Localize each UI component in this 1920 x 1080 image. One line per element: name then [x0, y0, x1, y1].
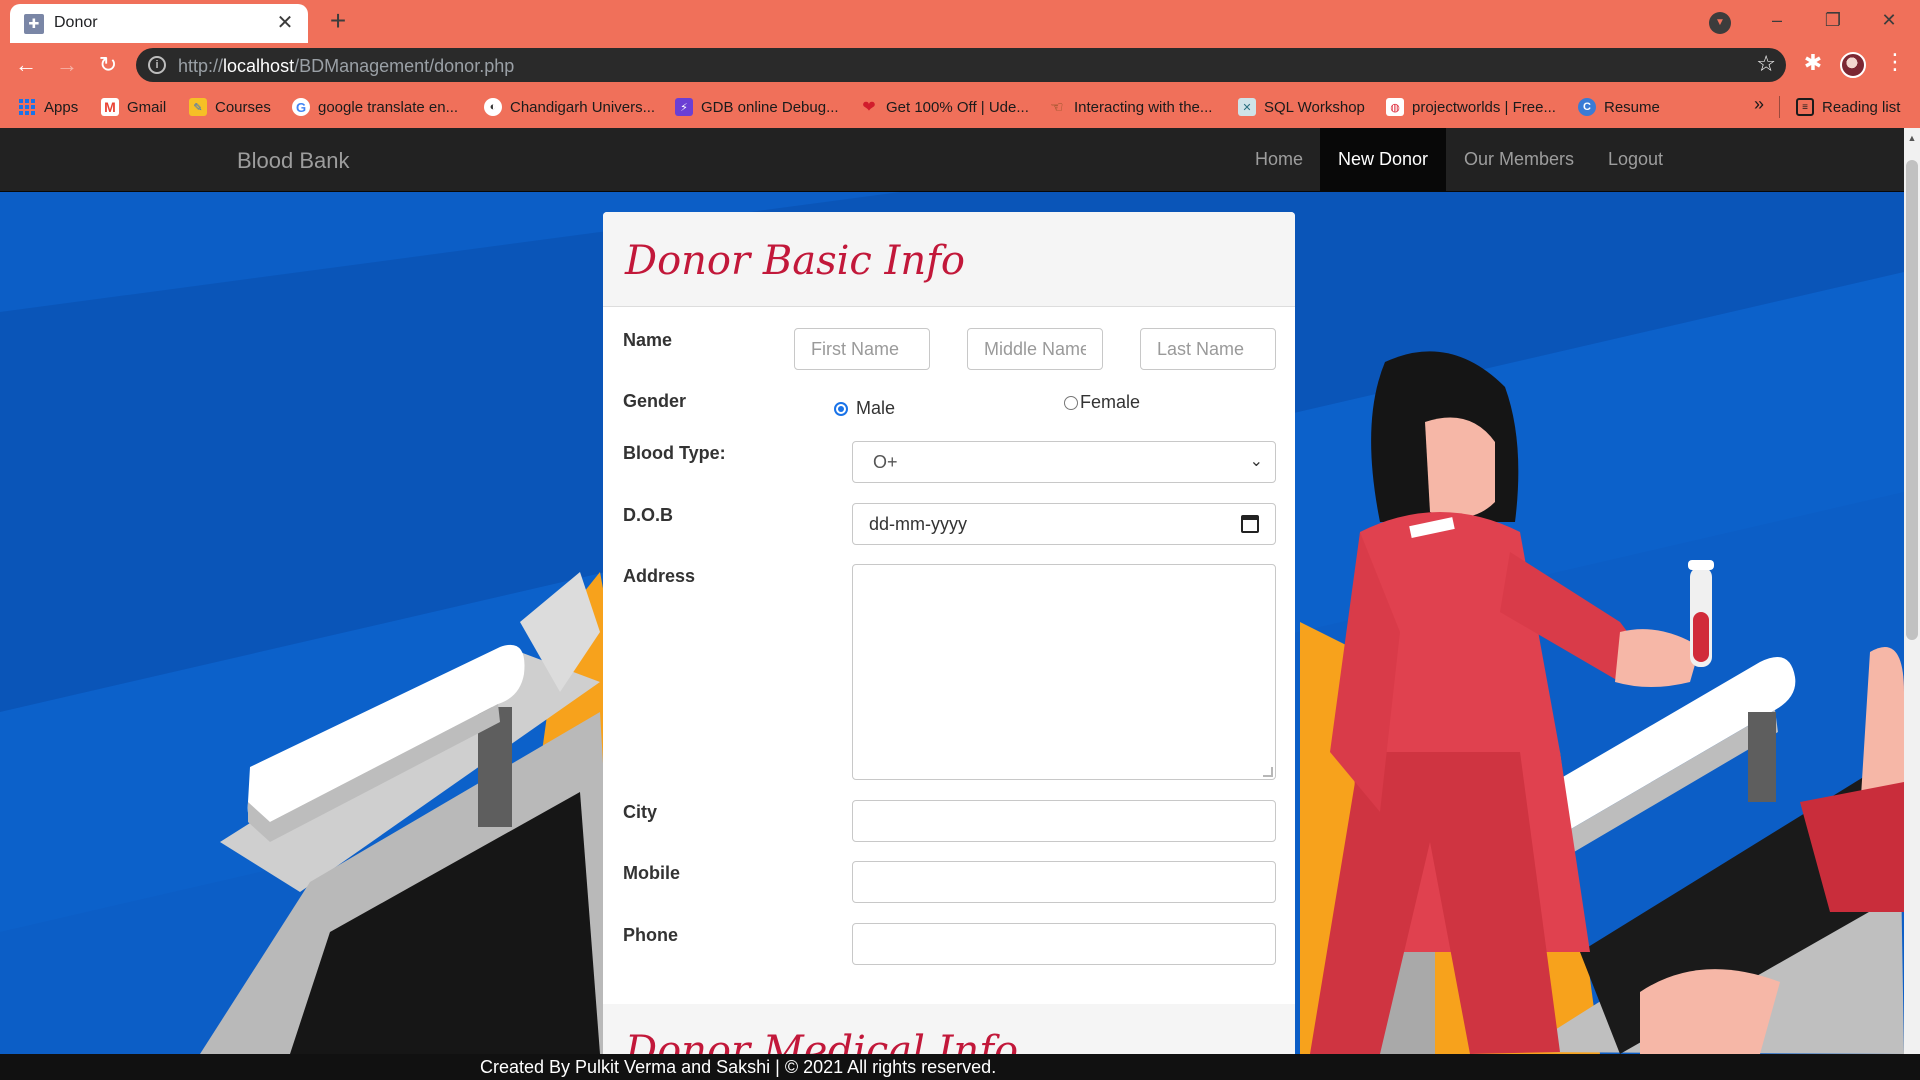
- card-heading: Donor Basic Info: [603, 212, 1295, 307]
- projectworlds-icon: ◍: [1386, 98, 1404, 116]
- bookmarks-divider: [1779, 96, 1780, 118]
- dob-label: D.O.B: [623, 505, 674, 525]
- last-name-input[interactable]: [1140, 328, 1276, 370]
- profile-avatar[interactable]: [1840, 52, 1866, 78]
- name-label: Name: [623, 330, 673, 350]
- resume-icon: C: [1578, 98, 1596, 116]
- hand-icon: ☜: [1050, 99, 1064, 116]
- site-footer: Created By Pulkit Verma and Sakshi | © 2…: [0, 1054, 1920, 1080]
- reading-list-icon: ≡: [1796, 98, 1814, 116]
- bookmark-interacting[interactable]: ☜ Interacting with the...: [1048, 96, 1212, 118]
- restore-icon[interactable]: ❐: [1810, 4, 1856, 36]
- browser-toolbar: ← → ↻ i http://localhost/BDManagement/do…: [0, 43, 1920, 86]
- gender-label: Gender: [623, 391, 687, 411]
- tab-strip: ✚ Donor ✕ + ▼ – ❐ ✕: [0, 0, 1920, 43]
- new-tab-button[interactable]: +: [322, 6, 354, 38]
- reload-icon[interactable]: ↻: [92, 49, 124, 81]
- bookmark-projectworlds[interactable]: ◍ projectworlds | Free...: [1386, 96, 1556, 118]
- bookmark-google-translate[interactable]: G google translate en...: [292, 96, 458, 118]
- blood-type-label: Blood Type:: [623, 443, 726, 463]
- dob-date-input[interactable]: dd-mm-yyyy: [852, 503, 1276, 545]
- scroll-up-arrow-icon[interactable]: ▲: [1904, 130, 1920, 146]
- form-heading: Donor Basic Info: [625, 238, 965, 284]
- site-brand[interactable]: Blood Bank: [237, 148, 350, 174]
- sql-icon: ✕: [1238, 98, 1256, 116]
- donor-form-card: Donor Basic Info Name Gender Male Female…: [603, 212, 1295, 1054]
- extensions-puzzle-icon[interactable]: ✱: [1800, 50, 1826, 76]
- reading-list-button[interactable]: ≡ Reading list: [1796, 96, 1900, 118]
- bookmarks-bar: Apps M Gmail ✎ Courses G google translat…: [0, 86, 1920, 128]
- nav-logout[interactable]: Logout: [1590, 128, 1681, 191]
- scrollbar-thumb[interactable]: [1906, 160, 1918, 640]
- bookmark-star-icon[interactable]: ☆: [1756, 51, 1776, 77]
- site-info-icon[interactable]: i: [148, 56, 166, 74]
- google-icon: G: [292, 98, 310, 116]
- middle-name-input[interactable]: [967, 328, 1103, 370]
- back-icon[interactable]: ←: [10, 49, 42, 81]
- tab-title: Donor: [54, 14, 98, 31]
- blood-type-select[interactable]: O+ ⌄: [852, 441, 1276, 483]
- bookmark-gmail[interactable]: M Gmail: [101, 96, 166, 118]
- globe-icon: ◐: [484, 98, 502, 116]
- calendar-icon[interactable]: [1241, 515, 1259, 533]
- female-radio[interactable]: [1064, 395, 1078, 410]
- minimize-icon[interactable]: –: [1754, 4, 1800, 36]
- close-window-icon[interactable]: ✕: [1866, 4, 1912, 36]
- more-bookmarks-icon[interactable]: »: [1754, 94, 1764, 115]
- courses-icon: ✎: [189, 98, 207, 116]
- url-text: http://localhost/BDManagement/donor.php: [178, 56, 515, 76]
- close-tab-icon[interactable]: ✕: [272, 10, 298, 36]
- bookmark-apps[interactable]: Apps: [18, 96, 78, 118]
- nav-new-donor[interactable]: New Donor: [1320, 128, 1447, 191]
- forward-icon[interactable]: →: [51, 49, 83, 81]
- male-radio[interactable]: [834, 401, 848, 416]
- browser-menu-icon[interactable]: ⋮: [1884, 50, 1906, 76]
- nav-our-members[interactable]: Our Members: [1446, 128, 1592, 191]
- city-input[interactable]: [852, 800, 1276, 842]
- medical-info-heading-section: Donor Medical Info: [603, 1004, 1295, 1054]
- nav-home[interactable]: Home: [1237, 128, 1321, 191]
- bookmark-courses[interactable]: ✎ Courses: [189, 96, 271, 118]
- bookmark-udemy[interactable]: ❤ Get 100% Off | Ude...: [860, 96, 1029, 118]
- address-label: Address: [623, 566, 696, 586]
- mobile-label: Mobile: [623, 863, 680, 883]
- first-name-input[interactable]: [794, 328, 930, 370]
- mobile-input[interactable]: [852, 861, 1276, 903]
- address-bar[interactable]: i http://localhost/BDManagement/donor.ph…: [136, 48, 1786, 82]
- city-label: City: [623, 802, 658, 822]
- address-textarea[interactable]: [852, 564, 1276, 780]
- apps-grid-icon: [18, 98, 36, 116]
- medical-info-heading: Donor Medical Info: [625, 1028, 1019, 1054]
- footer-credit: Created By Pulkit Verma and Sakshi | © 2…: [480, 1057, 997, 1077]
- phone-label: Phone: [623, 925, 679, 945]
- chevron-down-icon: ⌄: [1249, 453, 1263, 470]
- bookmark-resume[interactable]: C Resume: [1578, 96, 1660, 118]
- browser-tab[interactable]: ✚ Donor ✕: [10, 4, 308, 43]
- dob-placeholder: dd-mm-yyyy: [869, 514, 967, 534]
- bookmark-chandigarh[interactable]: ◐ Chandigarh Univers...: [484, 96, 655, 118]
- site-favicon-icon: ✚: [24, 14, 44, 34]
- site-navbar: Blood Bank Home New Donor Our Members Lo…: [0, 128, 1904, 192]
- bookmark-gdb[interactable]: ⚡ GDB online Debug...: [675, 96, 839, 118]
- resize-grip-icon[interactable]: [1263, 767, 1273, 777]
- gdb-icon: ⚡: [675, 98, 693, 116]
- bookmark-sql-workshop[interactable]: ✕ SQL Workshop: [1238, 96, 1365, 118]
- tab-search-icon[interactable]: ▼: [1709, 12, 1731, 34]
- gender-male-option[interactable]: Male: [834, 398, 895, 419]
- gender-female-option[interactable]: Female: [1064, 392, 1140, 413]
- gmail-icon: M: [101, 98, 119, 116]
- blood-type-value: O+: [873, 452, 898, 472]
- heart-icon: ❤: [862, 99, 876, 116]
- phone-input[interactable]: [852, 923, 1276, 965]
